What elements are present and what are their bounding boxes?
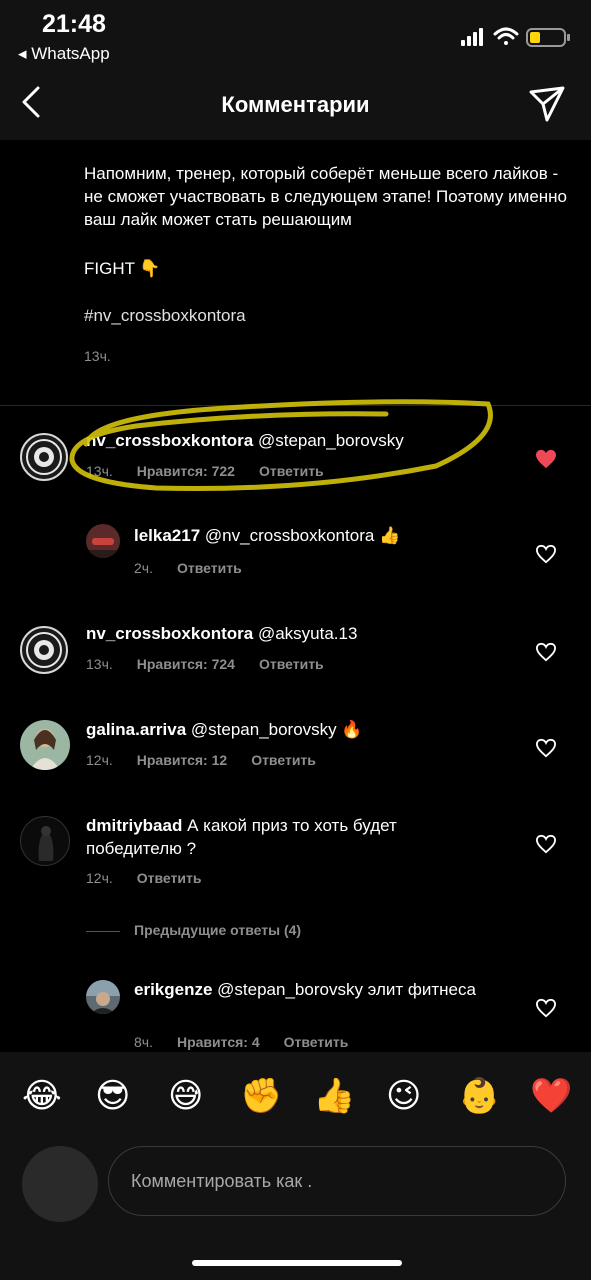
comment-likes[interactable]: Нравится: 722 — [137, 463, 235, 479]
status-icons — [461, 27, 570, 47]
reply-button[interactable]: Ответить — [251, 752, 316, 768]
comment-item: galina.arriva @stepan_borovsky 🔥 12ч. Нра… — [0, 714, 591, 794]
avatar[interactable] — [20, 720, 70, 770]
comment-likes[interactable]: Нравится: 12 — [137, 752, 227, 768]
reply-button[interactable]: Ответить — [177, 560, 242, 576]
caption-text: Напомним, тренер, который соберёт меньше… — [84, 164, 572, 229]
emoji-sweat-smile-button[interactable]: 😅 — [168, 1076, 203, 1116]
comment-item: nv_crossboxkontora @stepan_borovsky 13ч.… — [0, 425, 591, 505]
current-user-avatar — [22, 1146, 98, 1222]
status-bar: 21:48 ◂ WhatsApp — [0, 0, 591, 68]
comment-timestamp: 12ч. — [86, 752, 113, 768]
avatar[interactable] — [20, 626, 68, 674]
comment-body: @aksyuta.13 — [253, 624, 358, 643]
reply-item: erikgenze @stepan_borovsky элит фитнеса … — [0, 978, 591, 1052]
battery-icon — [526, 28, 570, 47]
comment-text: erikgenze @stepan_borovsky элит фитнеса — [134, 978, 494, 1001]
home-indicator[interactable] — [192, 1260, 402, 1266]
comment-username[interactable]: dmitriybaad — [86, 816, 182, 835]
reply-button[interactable]: Ответить — [284, 1034, 349, 1050]
emoji-wink-button[interactable]: 😉 — [386, 1076, 421, 1116]
emoji-baby-button[interactable]: 👶 — [458, 1076, 500, 1116]
view-previous-replies-button[interactable]: Предыдущие ответы (4) — [86, 922, 301, 938]
emoji-thumbs-up-button[interactable]: 👍 — [313, 1076, 355, 1116]
reply-button[interactable]: Ответить — [259, 463, 324, 479]
comment-body: @nv_crossboxkontora 👍 — [200, 526, 401, 545]
comment-meta: 13ч. Нравится: 724 Ответить — [86, 656, 348, 672]
comment-input[interactable]: Комментировать как . — [108, 1146, 566, 1216]
comment-body: @stepan_borovsky 🔥 — [186, 720, 363, 739]
avatar[interactable] — [20, 816, 70, 866]
comment-timestamp: 13ч. — [86, 656, 113, 672]
avatar[interactable] — [86, 980, 120, 1014]
comment-text: galina.arriva @stepan_borovsky 🔥 — [86, 718, 526, 741]
avatar[interactable] — [86, 524, 120, 558]
comment-timestamp: 2ч. — [134, 560, 153, 576]
direct-send-icon[interactable] — [525, 82, 569, 126]
comment-text: nv_crossboxkontora @stepan_borovsky — [86, 429, 526, 452]
comment-likes[interactable]: Нравится: 724 — [137, 656, 235, 672]
replies-line-divider — [86, 930, 120, 932]
comment-item: nv_crossboxkontora @aksyuta.13 13ч. Нрави… — [0, 618, 591, 698]
crossbox-logo-icon — [26, 632, 62, 668]
comment-username[interactable]: galina.arriva — [86, 720, 186, 739]
crossbox-logo-icon — [26, 439, 62, 475]
heart-outline-icon[interactable] — [535, 834, 557, 854]
comment-meta: 8ч. Нравится: 4 Ответить — [134, 1034, 372, 1050]
emoji-quick-bar: 😂 😎 😅 ✊ 👍 😉 👶 ❤️ — [0, 1052, 591, 1142]
previous-replies-label: Предыдущие ответы (4) — [134, 922, 302, 938]
caption-divider — [0, 405, 591, 406]
comment-text: lelka217 @nv_crossboxkontora 👍 — [134, 524, 534, 547]
comment-username[interactable]: nv_crossboxkontora — [86, 624, 253, 643]
wifi-icon — [493, 27, 519, 45]
navigation-bar: Комментарии — [0, 68, 591, 140]
comment-meta: 13ч. Нравится: 722 Ответить — [86, 463, 348, 479]
heart-outline-icon[interactable] — [535, 642, 557, 662]
heart-outline-icon[interactable] — [535, 998, 557, 1018]
back-to-app-link[interactable]: ◂ WhatsApp — [18, 44, 110, 64]
caption-timestamp: 13ч. — [84, 348, 111, 364]
emoji-sunglasses-button[interactable]: 😎 — [95, 1076, 130, 1116]
comment-timestamp: 13ч. — [86, 463, 113, 479]
avatar[interactable] — [20, 433, 68, 481]
comment-likes[interactable]: Нравится: 4 — [177, 1034, 260, 1050]
emoji-tears-of-joy-button[interactable]: 😂 — [22, 1076, 62, 1116]
comment-username[interactable]: nv_crossboxkontora — [86, 431, 253, 450]
heart-filled-icon[interactable] — [535, 449, 557, 469]
comment-meta: 2ч. Ответить — [134, 560, 266, 576]
heart-outline-icon[interactable] — [535, 738, 557, 758]
emoji-heart-button[interactable]: ❤️ — [530, 1076, 572, 1116]
comment-username[interactable]: erikgenze — [134, 980, 212, 999]
caption-hashtag[interactable]: #nv_crossboxkontora — [84, 304, 574, 327]
comment-body: @stepan_borovsky — [253, 431, 404, 450]
comment-input-placeholder: Комментировать как . — [131, 1171, 313, 1191]
post-caption: Напомним, тренер, который соберёт меньше… — [84, 162, 574, 368]
comment-username[interactable]: lelka217 — [134, 526, 200, 545]
signal-icon — [461, 28, 483, 46]
comment-text: nv_crossboxkontora @aksyuta.13 — [86, 622, 526, 645]
status-time: 21:48 — [42, 10, 106, 38]
caption-fight: FIGHT 👇 — [84, 259, 161, 278]
reply-button[interactable]: Ответить — [137, 870, 202, 886]
comment-meta: 12ч. Ответить — [86, 870, 225, 886]
comment-body: @stepan_borovsky элит фитнеса — [212, 980, 476, 999]
reply-item: lelka217 @nv_crossboxkontora 👍 2ч. Ответи… — [0, 520, 591, 590]
comment-meta: 12ч. Нравится: 12 Ответить — [86, 752, 340, 768]
comment-timestamp: 12ч. — [86, 870, 113, 886]
comment-item: dmitriybaad А какой приз то хоть будет п… — [0, 812, 591, 902]
emoji-fist-button[interactable]: ✊ — [240, 1076, 282, 1116]
comment-timestamp: 8ч. — [134, 1034, 153, 1050]
heart-outline-icon[interactable] — [535, 544, 557, 564]
page-title: Комментарии — [221, 92, 370, 117]
reply-button[interactable]: Ответить — [259, 656, 324, 672]
comment-text: dmitriybaad А какой приз то хоть будет п… — [86, 814, 466, 860]
